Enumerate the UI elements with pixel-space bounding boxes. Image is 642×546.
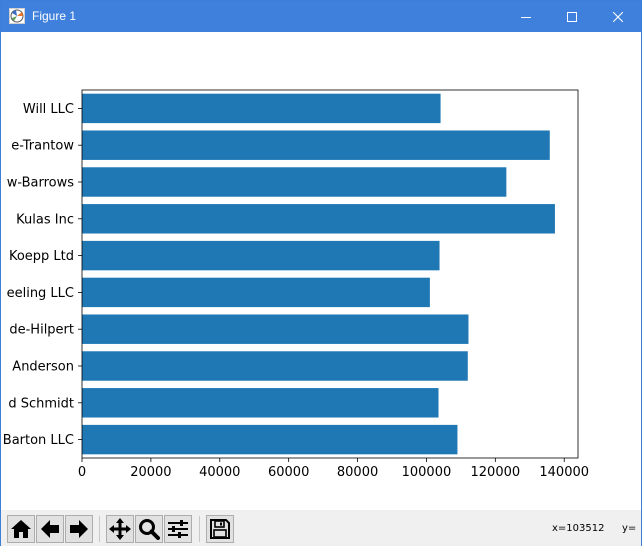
zoom-magnifier-icon — [139, 519, 160, 540]
y-tick-label: Barton LLC — [3, 433, 74, 448]
forward-arrow-icon — [70, 520, 88, 538]
minimize-button[interactable] — [503, 1, 549, 32]
x-coordinate-readout: x=103512 — [552, 523, 605, 534]
minimize-icon — [521, 16, 531, 18]
bar — [82, 388, 439, 418]
bar — [82, 240, 440, 271]
y-tick-label: Anderson — [12, 360, 74, 375]
bar — [82, 314, 469, 344]
y-tick-label: de-Hilpert — [9, 323, 74, 338]
bar-chart[interactable]: Barton LLC d Schmidt Anderson de-Hilpert eel… — [1, 32, 641, 510]
x-tick-label: 20000 — [130, 465, 171, 480]
configure-subplots-button[interactable] — [164, 515, 192, 543]
x-tick-label: 80000 — [337, 465, 378, 480]
zoom-button[interactable] — [135, 515, 163, 543]
bar — [82, 167, 507, 197]
bar — [82, 204, 555, 234]
forward-button[interactable] — [65, 515, 93, 543]
x-tick-label: 60000 — [268, 465, 309, 480]
bar — [82, 93, 441, 124]
save-button[interactable] — [206, 515, 234, 543]
home-icon — [11, 520, 31, 538]
figure-canvas[interactable]: Barton LLC d Schmidt Anderson de-Hilpert eel… — [1, 32, 641, 510]
subplots-sliders-icon — [168, 520, 188, 538]
x-tick-label: 40000 — [199, 465, 240, 480]
x-tick-label: 140000 — [539, 465, 589, 480]
y-tick-label: d Schmidt — [8, 396, 74, 411]
matplotlib-figure-icon — [9, 8, 25, 24]
maximize-button[interactable] — [549, 1, 595, 32]
home-button[interactable] — [7, 515, 35, 543]
window-title: Figure 1 — [32, 9, 77, 23]
title-bar[interactable]: Figure 1 — [1, 1, 641, 32]
y-tick-label: Koepp Ltd — [9, 249, 74, 264]
figure-window: Figure 1 Barton LLC d Schmidt Anderson de-H… — [0, 0, 642, 546]
y-tick-label: eeling LLC — [7, 286, 74, 301]
bar — [82, 130, 550, 160]
back-button[interactable] — [36, 515, 64, 543]
close-icon — [613, 11, 623, 22]
y-tick-label: Kulas Inc — [16, 212, 74, 227]
pan-button[interactable] — [106, 515, 134, 543]
close-button[interactable] — [595, 1, 641, 32]
pan-move-icon — [109, 518, 131, 540]
y-tick-label: w-Barrows — [7, 176, 75, 191]
x-tick-label: 120000 — [471, 465, 521, 480]
maximize-icon — [567, 11, 577, 22]
save-floppy-icon — [210, 519, 230, 539]
navigation-toolbar: x=103512 y= — [1, 510, 641, 546]
x-tick-label: 100000 — [402, 465, 452, 480]
y-tick-label: e-Trantow — [11, 139, 74, 154]
bar — [82, 277, 430, 308]
toolbar-separator — [199, 516, 200, 542]
y-tick-label: Will LLC — [23, 102, 74, 117]
x-tick-label: 0 — [78, 465, 86, 480]
back-arrow-icon — [41, 520, 59, 538]
y-coordinate-readout: y= — [622, 523, 637, 534]
bar — [82, 351, 468, 381]
toolbar-separator — [99, 516, 100, 542]
bar — [82, 424, 458, 455]
